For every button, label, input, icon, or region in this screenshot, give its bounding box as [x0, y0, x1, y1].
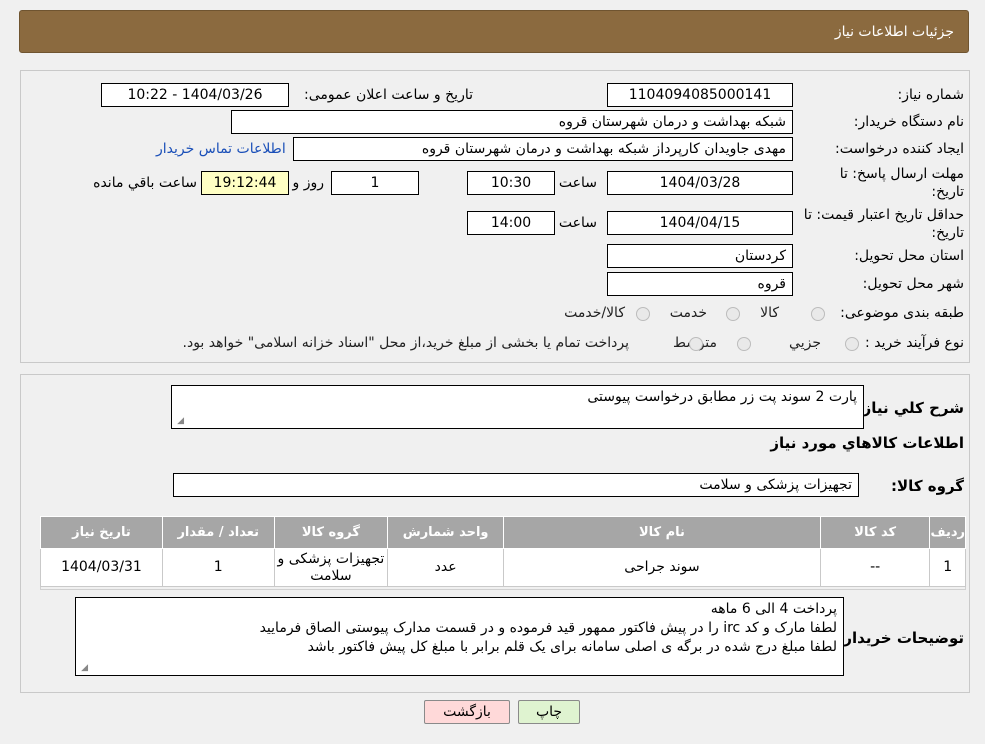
- deadline-label-2: تاریخ:: [931, 184, 964, 200]
- deadline-date-field: 1404/03/28: [607, 171, 793, 195]
- need-info-panel: شماره نیاز: 1104094085000141 تاریخ و ساع…: [20, 70, 970, 363]
- goods-group-field: تجهیزات پزشکی و سلامت: [173, 473, 859, 497]
- buyer-note-line: لطفا مبلغ درج شده در برگه ی اصلی سامانه …: [307, 639, 837, 655]
- goods-section-title: اطلاعات کالاهاي مورد نياز: [770, 434, 964, 452]
- creator-label: ایجاد کننده درخواست:: [835, 141, 964, 157]
- col-need-date: تاریخ نیاز: [40, 516, 163, 549]
- need-number-field: 1104094085000141: [607, 83, 793, 107]
- announce-label: تاریخ و ساعت اعلان عمومی:: [304, 87, 473, 103]
- cell-row-number: 1: [929, 548, 966, 587]
- resize-grip-icon[interactable]: ◢: [79, 664, 88, 673]
- summary-text: پارت 2 سوند پت زر مطابق درخواست پیوستی: [587, 389, 857, 405]
- category-label: طبقه بندی موضوعی:: [840, 305, 964, 321]
- purchase-type-label: نوع فرآیند خرید :: [865, 335, 964, 351]
- treasury-bonds-note: پرداخت تمام یا بخشی از مبلغ خرید،از محل …: [182, 335, 629, 351]
- category-radio-goods[interactable]: [811, 307, 825, 321]
- cell-goods-code: --: [819, 548, 931, 587]
- category-option-service: خدمت: [669, 305, 707, 321]
- table-row: 1 -- سوند جراحی عدد تجهیزات پزشکی و سلام…: [40, 548, 966, 587]
- category-option-goods: کالا: [760, 305, 779, 321]
- col-quantity: تعداد / مقدار: [161, 516, 275, 549]
- buyer-contact-link[interactable]: اطلاعات تماس خریدار: [156, 141, 286, 157]
- deadline-label-1: مهلت ارسال پاسخ: تا: [839, 166, 964, 182]
- validity-time-field: 14:00: [467, 211, 555, 235]
- validity-label-1: حداقل تاریخ اعتبار قیمت: تا: [803, 207, 964, 223]
- days-label: روز و: [292, 175, 325, 191]
- buyer-note-line: پرداخت 4 الی 6 ماهه: [710, 601, 837, 617]
- summary-textarea[interactable]: پارت 2 سوند پت زر مطابق درخواست پیوستی ◢: [171, 385, 864, 429]
- resize-grip-icon[interactable]: ◢: [175, 417, 184, 426]
- purchase-radio-minor[interactable]: [845, 337, 859, 351]
- need-number-label: شماره نیاز:: [897, 87, 965, 103]
- buyer-org-label: نام دستگاه خریدار:: [853, 114, 964, 130]
- time-remaining-field: 19:12:44: [201, 171, 289, 195]
- category-radio-goods-service[interactable]: [636, 307, 650, 321]
- summary-label: شرح کلي نياز:: [856, 399, 964, 417]
- validity-date-field: 1404/04/15: [607, 211, 793, 235]
- validity-label-2: تاریخ:: [931, 225, 964, 241]
- cell-need-date: 1404/03/31: [40, 548, 163, 587]
- purchase-radio-medium[interactable]: [737, 337, 751, 351]
- need-details-panel: شرح کلي نياز: پارت 2 سوند پت زر مطابق در…: [20, 374, 970, 693]
- col-goods-code: کد کالا: [819, 516, 931, 549]
- deadline-time-label: ساعت: [558, 175, 597, 191]
- col-unit: واحد شمارش: [387, 516, 504, 549]
- buyer-notes-label: توضیحات خریدار:: [837, 629, 964, 647]
- cell-quantity: 1: [161, 548, 275, 587]
- cell-unit: عدد: [387, 548, 504, 587]
- col-goods-group: گروه کالا: [273, 516, 389, 549]
- print-button[interactable]: چاپ: [518, 700, 580, 724]
- creator-field: مهدی جاویدان کارپرداز شبکه بهداشت و درما…: [293, 137, 793, 161]
- city-field: قروه: [607, 272, 793, 296]
- col-row-number: رديف: [929, 516, 966, 549]
- buyer-org-field: شبکه بهداشت و درمان شهرستان قروه: [231, 110, 793, 134]
- category-radio-service[interactable]: [726, 307, 740, 321]
- treasury-bonds-radio[interactable]: [689, 337, 703, 351]
- city-label: شهر محل تحویل:: [862, 276, 964, 292]
- time-remaining-label: ساعت باقي مانده: [93, 175, 197, 191]
- back-button[interactable]: بازگشت: [424, 700, 510, 724]
- page-header: جزئیات اطلاعات نیاز: [19, 10, 969, 53]
- announce-datetime-field: 1404/03/26 - 10:22: [101, 83, 289, 107]
- buyer-notes-textarea[interactable]: پرداخت 4 الی 6 ماهه لطفا مارک و کد irc ر…: [75, 597, 844, 676]
- cell-goods-group: تجهیزات پزشکی و سلامت: [273, 548, 389, 587]
- goods-table-header: رديف کد کالا نام کالا واحد شمارش گروه کا…: [40, 516, 966, 549]
- category-option-goods-service: کالا/خدمت: [564, 305, 625, 321]
- col-goods-name: نام کالا: [503, 516, 821, 549]
- goods-group-label: گروه کالا:: [891, 477, 964, 495]
- purchase-option-minor: جزیي: [789, 335, 821, 351]
- goods-table: رديف کد کالا نام کالا واحد شمارش گروه کا…: [40, 516, 966, 587]
- buyer-note-line: لطفا مارک و کد irc را در پیش فاکتور ممهو…: [259, 620, 837, 636]
- validity-time-label: ساعت: [558, 215, 597, 231]
- deadline-time-field: 10:30: [467, 171, 555, 195]
- cell-goods-name: سوند جراحی: [503, 548, 821, 587]
- province-field: کردستان: [607, 244, 793, 268]
- days-remaining-field: 1: [331, 171, 419, 195]
- page-title: جزئیات اطلاعات نیاز: [834, 24, 954, 40]
- province-label: استان محل تحویل:: [854, 248, 964, 264]
